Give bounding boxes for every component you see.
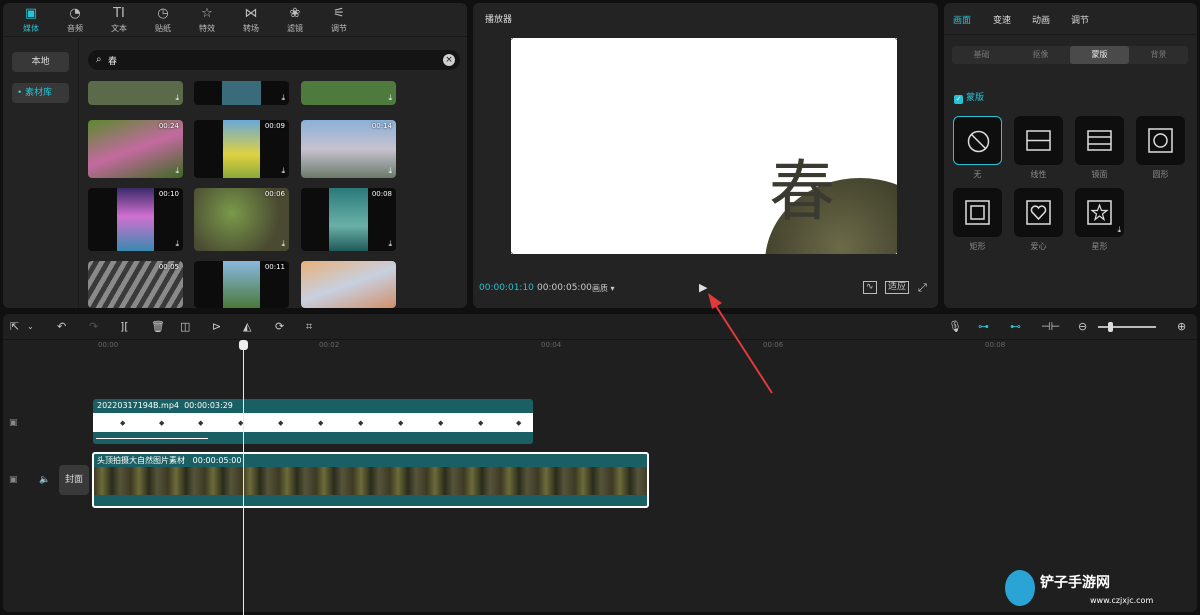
watermark-url: www.czjxjc.com: [1090, 596, 1154, 605]
watermark-title: 铲子手游网: [1040, 575, 1110, 591]
watermark-logo: [1005, 570, 1035, 606]
annotation-arrow: [708, 293, 773, 394]
